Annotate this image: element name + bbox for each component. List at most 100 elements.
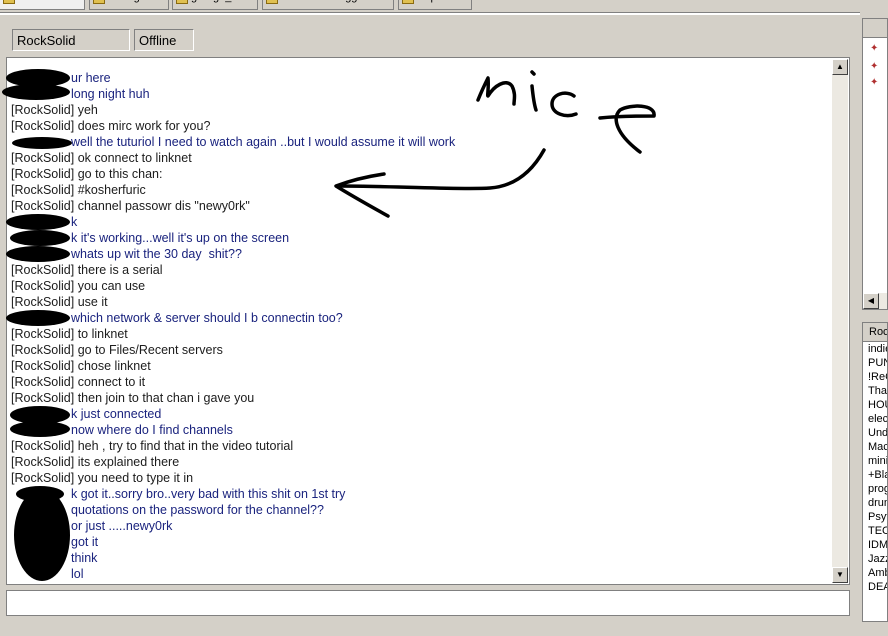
chat-line: [RockSolid] yeh [11,102,831,118]
channel-list-panel[interactable]: Roc indiePUN!ReGThaHOUelecUndMacmini+Bla… [862,322,888,622]
channel-list-item[interactable]: IDM [863,538,887,552]
chat-message: use it [74,295,108,309]
chat-line: [RockSolid] there is a serial [11,262,831,278]
channel-tab-icon [402,0,414,4]
chat-message: quotations on the password for the chann… [71,503,324,517]
chat-line: k got it..sorry bro..very bad with this … [11,486,831,502]
channel-tab[interactable]: george_dur [172,0,258,10]
user-list-header [863,19,887,38]
chat-line: well the tuturiol I need to watch again … [11,134,831,150]
channel-list-item[interactable]: elec [863,412,887,426]
channel-list-item[interactable]: DEA [863,580,887,594]
chat-line: [RockSolid] ok connect to linknet [11,150,831,166]
chat-message: or just .....newy0rk [71,519,173,533]
channel-list-item[interactable]: drun [863,496,887,510]
tab-divider [0,12,860,15]
channel-list-item[interactable]: mini [863,454,887,468]
chat-nick: [RockSolid] [11,455,75,469]
channel-list-item[interactable]: Und [863,426,887,440]
chat-message: whats up wit the 30 day shit?? [71,247,242,261]
chat-message: long night huh [71,87,150,101]
channel-list-item[interactable]: TEC [863,524,887,538]
chat-line: ur here [11,70,831,86]
chat-line: quotations on the password for the chann… [11,502,831,518]
chat-message: lol [71,567,84,581]
chat-nick: [RockSolid] [11,295,75,309]
chat-message: you can use [74,279,146,293]
chat-message: go to Files/Recent servers [74,343,223,357]
channel-tab[interactable]: RockSolid [0,0,85,10]
chat-line: [RockSolid] chose linknet [11,358,831,374]
chat-nick: [RockSolid] [11,471,75,485]
chat-line: [RockSolid] use it [11,294,831,310]
channel-tab-label: Prodigeet [108,0,155,3]
chat-nick: [RockSolid] [11,263,75,277]
channel-list-item[interactable]: Tha [863,384,887,398]
chat-message: yeh [74,103,98,117]
channel-tab-strip: RockSolid Prodigeet george_dur Hasan vs Mag… [0,0,860,12]
chat-message: does mirc work for you? [74,119,211,133]
channel-list-item[interactable]: PUN [863,356,887,370]
chat-log[interactable]: ur here long night huh [RockSolid] yeh [Roc… [6,57,850,585]
chat-message: think [71,551,98,565]
chat-nick: [RockSolid] [11,327,75,341]
chat-message: k it's working...well it's up on the scr… [71,231,290,245]
channel-list-header[interactable]: Roc [863,323,887,342]
chat-nick: [RockSolid] [11,167,75,181]
chat-line: think [11,550,831,566]
chat-line: [RockSolid] heh , try to find that in th… [11,438,831,454]
chat-scrollbar[interactable]: ▲ ▼ [832,59,848,583]
scroll-down-button[interactable]: ▼ [832,567,848,583]
chat-line: or just .....newy0rk [11,518,831,534]
channel-tab-label: Hasan vs Maggie F3 [281,0,382,3]
chat-nick: [RockSolid] [11,391,75,405]
channel-tab-label: george_dur [191,0,247,3]
chat-message: heh , try to find that in the video tuto… [74,439,294,453]
chat-line: long night huh [11,86,831,102]
chat-message: you need to type it in [74,471,194,485]
channel-tab[interactable]: Pepelino [398,0,472,10]
chat-nick: [RockSolid] [11,375,75,389]
channel-list-item[interactable]: Mac [863,440,887,454]
channel-list-item[interactable]: Amb [863,566,887,580]
chat-message: which network & server should I b connec… [71,311,343,325]
channel-list-item[interactable]: +Bla [863,468,887,482]
message-input[interactable] [6,590,850,616]
chat-message: got it [71,535,99,549]
channel-tab[interactable]: Prodigeet [89,0,169,10]
chat-line: [RockSolid] connect to it [11,374,831,390]
channel-tab-label: RockSolid [18,0,68,3]
chat-line: whats up wit the 30 day shit?? [11,246,831,262]
chat-message: chose linknet [74,359,151,373]
user-status-icon: ✦ [870,43,879,54]
channel-list-item[interactable]: Psyt [863,510,887,524]
chat-line: got it [11,534,831,550]
channel-list: indiePUN!ReGThaHOUelecUndMacmini+Blaprog… [863,342,887,594]
channel-tab-label: Pepelino [417,0,460,3]
channel-list-item[interactable]: indie [863,342,887,356]
chat-line: [RockSolid] go to this chan: [11,166,831,182]
scroll-left-button[interactable]: ◀ [863,293,879,309]
channel-tab[interactable]: Hasan vs Maggie F3 [262,0,394,10]
channel-list-item[interactable]: HOU [863,398,887,412]
chat-line: [RockSolid] #kosherfuric [11,182,831,198]
scroll-up-button[interactable]: ▲ [832,59,848,75]
user-list-hscroll[interactable]: ◀ [863,293,887,309]
chat-line: [RockSolid] to linknet [11,326,831,342]
chat-message: ur here [71,71,111,85]
channel-list-item[interactable]: Jazz [863,552,887,566]
channel-list-item[interactable]: prog [863,482,887,496]
chat-line: k just connected [11,406,831,422]
channel-list-item[interactable]: !ReG [863,370,887,384]
chat-line: [RockSolid] does mirc work for you? [11,118,831,134]
chat-nick: [RockSolid] [11,439,75,453]
chat-line: k it's working...well it's up on the scr… [11,230,831,246]
chat-message: k just connected [71,407,162,421]
user-status-icon: ✦ [870,61,879,72]
chat-message: now where do I find channels [71,423,233,437]
chat-nick: [RockSolid] [11,103,75,117]
chat-line: [RockSolid] you need to type it in [11,470,831,486]
chat-nick: [RockSolid] [11,343,75,357]
user-list-panel[interactable]: ✦ ✦ ✦ ◀ [862,18,888,310]
chat-lines: ur here long night huh [RockSolid] yeh [Roc… [11,70,831,582]
